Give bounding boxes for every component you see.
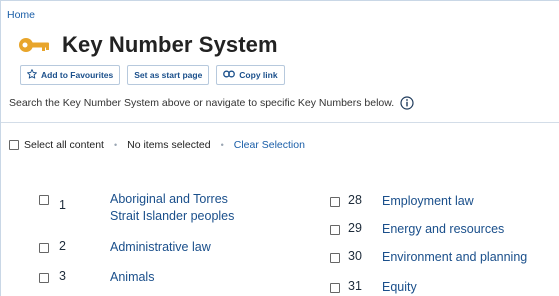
page-frame: Home Key Number System Add to Favourites… bbox=[0, 0, 559, 296]
item-number: 1 bbox=[59, 198, 66, 212]
list-item: 30 Environment and planning bbox=[330, 249, 527, 266]
item-number: 30 bbox=[348, 249, 362, 263]
copy-link-button[interactable]: Copy link bbox=[216, 65, 285, 85]
list-item: 29 Energy and resources bbox=[330, 221, 504, 238]
selection-status: No items selected bbox=[127, 139, 211, 151]
separator-dot: • bbox=[220, 140, 224, 150]
item-checkbox[interactable] bbox=[39, 195, 49, 205]
clear-selection-link[interactable]: Clear Selection bbox=[234, 139, 305, 151]
star-icon bbox=[27, 69, 41, 81]
item-label-link[interactable]: Environment and planning bbox=[382, 249, 527, 266]
item-label-line: Strait Islander peoples bbox=[110, 209, 235, 223]
item-checkbox[interactable] bbox=[330, 225, 340, 235]
breadcrumb-home[interactable]: Home bbox=[7, 9, 35, 21]
item-checkbox[interactable] bbox=[330, 283, 340, 293]
key-icon bbox=[17, 36, 51, 54]
list-item: 1 Aboriginal and Torres Strait Islander … bbox=[39, 191, 234, 225]
item-number: 28 bbox=[348, 193, 362, 207]
item-label-link[interactable]: Aboriginal and Torres Strait Islander pe… bbox=[110, 191, 234, 225]
page-title: Key Number System bbox=[62, 32, 278, 57]
list-item: 31 Equity bbox=[330, 279, 417, 296]
item-number: 2 bbox=[59, 239, 66, 253]
section-divider bbox=[1, 122, 559, 123]
item-checkbox[interactable] bbox=[330, 253, 340, 263]
add-to-favourites-button[interactable]: Add to Favourites bbox=[20, 65, 121, 85]
item-number: 31 bbox=[348, 279, 362, 293]
item-checkbox[interactable] bbox=[39, 243, 49, 253]
key-number-list: 1 Aboriginal and Torres Strait Islander … bbox=[1, 191, 559, 296]
item-label-link[interactable]: Employment law bbox=[382, 193, 474, 210]
select-all-checkbox[interactable] bbox=[9, 140, 19, 150]
page-toolbar: Add to Favourites Set as start page Copy… bbox=[20, 65, 285, 85]
item-label-link[interactable]: Equity bbox=[382, 279, 417, 296]
item-checkbox[interactable] bbox=[39, 273, 49, 283]
item-checkbox[interactable] bbox=[330, 197, 340, 207]
info-icon[interactable] bbox=[400, 96, 414, 110]
item-number: 29 bbox=[348, 221, 362, 235]
selection-bar: Select all content • No items selected •… bbox=[9, 139, 305, 151]
item-label-line: Aboriginal and Torres bbox=[110, 192, 228, 206]
separator-dot: • bbox=[113, 140, 118, 150]
list-item: 3 Animals bbox=[39, 269, 154, 286]
item-label-link[interactable]: Energy and resources bbox=[382, 221, 504, 238]
page-header: Key Number System bbox=[17, 30, 278, 60]
item-number: 3 bbox=[59, 269, 66, 283]
copy-link-label: Copy link bbox=[239, 70, 278, 80]
help-text: Search the Key Number System above or na… bbox=[9, 96, 414, 110]
item-label-link[interactable]: Administrative law bbox=[110, 239, 211, 256]
item-label-link[interactable]: Animals bbox=[110, 269, 154, 286]
set-as-start-page-button[interactable]: Set as start page bbox=[127, 65, 210, 85]
add-to-favourites-label: Add to Favourites bbox=[41, 70, 114, 80]
list-item: 28 Employment law bbox=[330, 193, 474, 210]
set-as-start-page-label: Set as start page bbox=[134, 70, 203, 80]
select-all-label[interactable]: Select all content bbox=[24, 139, 104, 151]
help-text-content: Search the Key Number System above or na… bbox=[9, 97, 395, 109]
list-item: 2 Administrative law bbox=[39, 239, 211, 256]
link-icon bbox=[223, 70, 239, 80]
